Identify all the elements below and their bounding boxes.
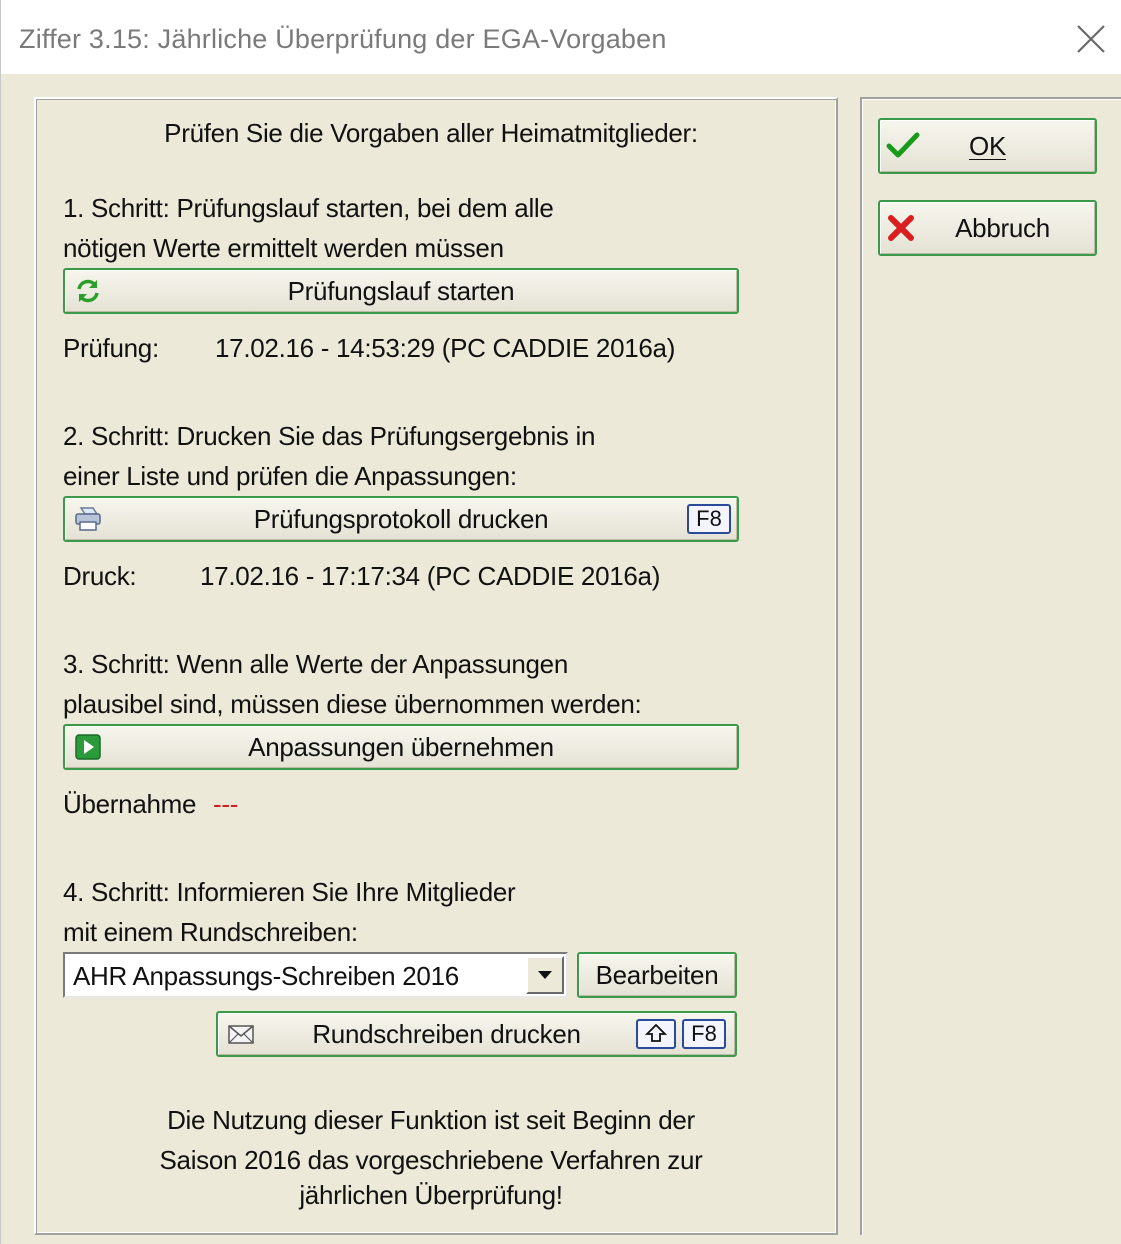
step1-text-line1: 1. Schritt: Prüfungslauf starten, bei de… — [63, 193, 554, 223]
cancel-button-label: Abbruch — [955, 212, 1050, 243]
apply-status-value: --- — [213, 789, 239, 819]
letter-template-select[interactable]: AHR Anpassungs-Schreiben 2016 — [63, 952, 568, 998]
ok-button[interactable]: OK — [878, 118, 1097, 174]
step2-text-line2: einer Liste und prüfen die Anpassungen: — [63, 461, 517, 491]
footer-note-line2: Saison 2016 das vorgeschriebene Verfahre… — [159, 1145, 703, 1175]
shift-arrow-icon — [644, 1023, 668, 1042]
print-protocol-button[interactable]: Prüfungsprotokoll drucken F8 — [63, 496, 739, 542]
action-panel — [860, 97, 1121, 1235]
check-status-value: 17.02.16 - 14:53:29 (PC CADDIE 2016a) — [215, 333, 676, 363]
footer-note-line3: jährlichen Überprüfung! — [299, 1180, 563, 1210]
print-status-label: Druck: — [63, 561, 137, 591]
step3-text-line2: plausibel sind, müssen diese übernommen … — [63, 689, 642, 719]
close-button[interactable] — [1062, 10, 1121, 66]
f8-key-badge: F8 — [687, 504, 731, 534]
chevron-down-icon — [538, 971, 552, 979]
edit-letter-button-label: Bearbeiten — [595, 959, 719, 990]
apply-adjustments-button-label: Anpassungen übernehmen — [248, 731, 554, 762]
start-check-button-label: Prüfungslauf starten — [287, 275, 515, 306]
shift-key-badge — [636, 1019, 676, 1049]
edit-letter-button[interactable]: Bearbeiten — [577, 952, 737, 998]
title-bar: Ziffer 3.15: Jährliche Überprüfung der E… — [1, 0, 1121, 74]
close-icon — [1077, 25, 1105, 53]
apply-status-label: Übernahme — [63, 789, 197, 819]
step4-text-line1: 4. Schritt: Informieren Sie Ihre Mitglie… — [63, 877, 516, 907]
apply-adjustments-button[interactable]: Anpassungen übernehmen — [63, 724, 739, 770]
dropdown-arrow-button[interactable] — [526, 956, 564, 994]
print-protocol-button-label: Prüfungsprotokoll drucken — [253, 503, 549, 534]
step4-text-line2: mit einem Rundschreiben: — [63, 917, 358, 947]
step3-text-line1: 3. Schritt: Wenn alle Werte der Anpassun… — [63, 649, 568, 679]
step2-text-line1: 2. Schritt: Drucken Sie das Prüfungserge… — [63, 421, 596, 451]
cancel-button[interactable]: Abbruch — [878, 200, 1097, 256]
ok-button-label: OK — [969, 130, 1006, 161]
letter-template-value: AHR Anpassungs-Schreiben 2016 — [73, 961, 459, 991]
print-status-value: 17.02.16 - 17:17:34 (PC CADDIE 2016a) — [200, 561, 661, 591]
start-check-button[interactable]: Prüfungslauf starten — [63, 268, 739, 314]
intro-text: Prüfen Sie die Vorgaben aller Heimatmitg… — [164, 118, 698, 148]
print-letter-button[interactable]: Rundschreiben drucken F8 — [216, 1011, 737, 1057]
window-title: Ziffer 3.15: Jährliche Überprüfung der E… — [19, 24, 667, 54]
step1-text-line2: nötigen Werte ermittelt werden müssen — [63, 233, 504, 263]
dialog-window: Ziffer 3.15: Jährliche Überprüfung der E… — [0, 0, 1121, 1244]
check-status-label: Prüfung: — [63, 333, 159, 363]
f8-key-badge: F8 — [682, 1019, 726, 1049]
footer-note-line1: Die Nutzung dieser Funktion ist seit Beg… — [167, 1105, 695, 1135]
